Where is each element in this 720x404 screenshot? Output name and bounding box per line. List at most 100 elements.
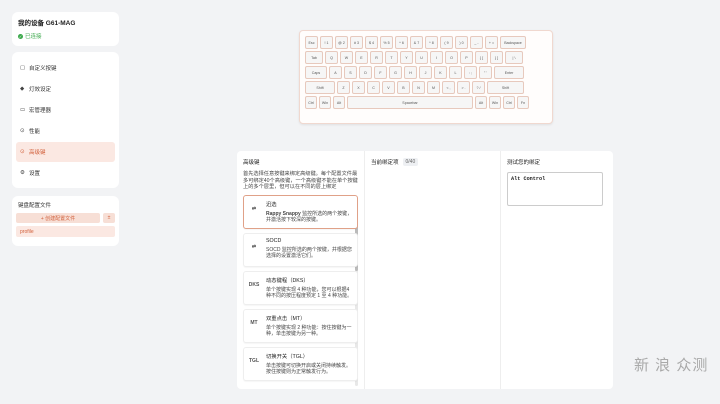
- option-rappy-snappy[interactable]: ⇄ 迅选 Rappy Snappy 监控所选的两个按键，并激活按下较深的按键。: [243, 194, 358, 229]
- keyboard-icon: ▢: [20, 65, 26, 71]
- keyboard-key[interactable]: * 8: [425, 36, 438, 49]
- keyboard-key[interactable]: ( 9: [440, 36, 453, 49]
- keyboard-key[interactable]: : ;: [464, 66, 477, 79]
- keyboard-key[interactable]: Win: [489, 96, 501, 109]
- device-name: 我的设备 G61-MAG: [18, 20, 76, 27]
- check-icon: ✓: [18, 33, 23, 39]
- keyboard-key[interactable]: H: [404, 66, 417, 79]
- nav-item-label: 自定义按键: [29, 66, 57, 72]
- keyboard-key[interactable]: Spacebar: [347, 96, 473, 109]
- keyboard-key[interactable]: ) 0: [455, 36, 468, 49]
- keyboard-key[interactable]: ? /: [472, 81, 485, 94]
- advanced-keys-title: 高级键: [243, 160, 260, 166]
- sidebar-nav: ▢ 自定义按键 ◆ 灯效设定 ▭ 宏管理器 ⊙ 性能 ⊙ 高级键 ⚙ 设置: [12, 52, 119, 188]
- keyboard-row: Caps A S D F G H J K L: ; " ' Enter: [305, 66, 547, 79]
- nav-item-label: 灯效设定: [29, 87, 52, 93]
- keyboard-key[interactable]: Esc: [305, 36, 318, 49]
- keyboard-key[interactable]: Tab: [305, 51, 323, 64]
- profile-item[interactable]: profile: [16, 226, 115, 237]
- option-mt[interactable]: MT 双重点击（MT） 单个按键实现 2 种功能：按住按键为一种，单击按键为另一…: [243, 308, 358, 343]
- keyboard-key[interactable]: T: [385, 51, 398, 64]
- advanced-keys-description: 首先选择任意按键来绑定高级键。每个配置文件最多可绑定40个高级键，一个高级键不能…: [243, 171, 358, 190]
- nav-item-performance[interactable]: ⊙ 性能: [16, 121, 115, 141]
- profile-panel: 键盘配置文件 + 创建配置文件 ± profile: [12, 196, 119, 246]
- current-bindings-column: 当前绑定项 0/40: [365, 151, 501, 389]
- keyboard-key[interactable]: Win: [319, 96, 331, 109]
- keyboard-key[interactable]: S: [344, 66, 357, 79]
- keyboard-key[interactable]: A: [329, 66, 342, 79]
- keyboard-key[interactable]: Shift: [305, 81, 335, 94]
- keyboard-key[interactable]: L: [449, 66, 462, 79]
- keyboard-key[interactable]: _ -: [470, 36, 483, 49]
- keyboard-key[interactable]: { [: [475, 51, 488, 64]
- keyboard-key[interactable]: N: [412, 81, 425, 94]
- keyboard-key[interactable]: C: [367, 81, 380, 94]
- keyboard-key[interactable]: > .: [457, 81, 470, 94]
- keyboard-key[interactable]: Fn: [517, 96, 529, 109]
- keyboard-key[interactable]: " ': [479, 66, 492, 79]
- performance-icon: ⊙: [20, 128, 25, 134]
- keyboard-key[interactable]: B: [397, 81, 410, 94]
- keyboard-key[interactable]: + =: [485, 36, 498, 49]
- socd-icon: ⇄: [251, 243, 257, 250]
- nav-item-lighting[interactable]: ◆ 灯效设定: [16, 79, 115, 99]
- nav-item-settings[interactable]: ⚙ 设置: [16, 163, 115, 183]
- keyboard-row: Esc! 1 @ 2 # 3 $ 4% 5 ^ 6 & 7 * 8( 9) 0 _ - + = B…: [305, 36, 547, 49]
- current-bindings-title: 当前绑定项: [371, 160, 399, 166]
- keyboard-key[interactable]: Z: [337, 81, 350, 94]
- option-name: 动态键程（DKS）: [266, 277, 309, 284]
- keyboard-key[interactable]: Enter: [494, 66, 524, 79]
- keyboard-key[interactable]: & 7: [410, 36, 423, 49]
- keyboard-key[interactable]: Alt: [475, 96, 487, 109]
- option-tgl[interactable]: TGL 切换开关（TGL） 单击按键可切换开启或关闭持续触发。按住按键则为正常触…: [243, 346, 358, 381]
- keyboard-key[interactable]: W: [340, 51, 353, 64]
- keyboard-key[interactable]: Shift: [487, 81, 524, 94]
- import-export-profile-button[interactable]: ±: [103, 213, 115, 223]
- keyboard-key[interactable]: X: [352, 81, 365, 94]
- nav-item-macro[interactable]: ▭ 宏管理器: [16, 100, 115, 120]
- keyboard-key[interactable]: Y: [400, 51, 413, 64]
- keyboard-key[interactable]: Q: [325, 51, 338, 64]
- keyboard-key[interactable]: Ctrl: [503, 96, 515, 109]
- keyboard-key[interactable]: % 5: [380, 36, 393, 49]
- connection-status-label: 已连接: [25, 34, 42, 40]
- keyboard-key[interactable]: @ 2: [335, 36, 348, 49]
- keyboard-key[interactable]: # 3: [350, 36, 363, 49]
- keyboard-key[interactable]: K: [434, 66, 447, 79]
- option-socd[interactable]: ⇄ SOCD SOCD 监控所选的两个按键，并根据您选择的设置激活它们。: [243, 232, 358, 267]
- binding-count-badge: 0/40: [402, 158, 419, 166]
- nav-item-label: 设置: [29, 171, 41, 177]
- option-description-bold: Rappy Snappy: [266, 210, 301, 217]
- option-name: SOCD: [266, 237, 282, 244]
- keyboard-key[interactable]: F: [374, 66, 387, 79]
- keyboard-key[interactable]: U: [415, 51, 428, 64]
- keyboard-key[interactable]: D: [359, 66, 372, 79]
- keyboard-key[interactable]: P: [460, 51, 473, 64]
- keyboard-key[interactable]: R: [370, 51, 383, 64]
- option-name: 双重点击（MT）: [266, 315, 306, 322]
- keyboard-key[interactable]: J: [419, 66, 432, 79]
- keyboard-key[interactable]: Alt: [333, 96, 345, 109]
- keyboard-key[interactable]: O: [445, 51, 458, 64]
- keyboard-key[interactable]: $ 4: [365, 36, 378, 49]
- option-dks[interactable]: DKS 动态键程（DKS） 单个按键实现 4 种功能，您可以根据4种不同的按压程…: [243, 270, 358, 305]
- keyboard-key[interactable]: V: [382, 81, 395, 94]
- keyboard-key[interactable]: I: [430, 51, 443, 64]
- keyboard-key[interactable]: M: [427, 81, 440, 94]
- keyboard-key[interactable]: G: [389, 66, 402, 79]
- device-card: 我的设备 G61-MAG ✓ 已连接: [12, 12, 119, 46]
- keyboard-key[interactable]: Ctrl: [305, 96, 317, 109]
- nav-item-custom-keys[interactable]: ▢ 自定义按键: [16, 58, 115, 78]
- keyboard-key[interactable]: | \: [505, 51, 523, 64]
- test-input[interactable]: Alt Control: [507, 172, 603, 206]
- keyboard-key[interactable]: ! 1: [320, 36, 333, 49]
- keyboard-key[interactable]: ^ 6: [395, 36, 408, 49]
- keyboard-key[interactable]: E: [355, 51, 368, 64]
- keyboard-key[interactable]: < ,: [442, 81, 455, 94]
- keyboard-key[interactable]: } ]: [490, 51, 503, 64]
- keyboard-key[interactable]: Backspace: [500, 36, 526, 49]
- advanced-key-type-column: 高级键 首先选择任意按键来绑定高级键。每个配置文件最多可绑定40个高级键，一个高…: [237, 151, 365, 389]
- keyboard-key[interactable]: Caps: [305, 66, 327, 79]
- nav-item-advanced-keys[interactable]: ⊙ 高级键: [16, 142, 115, 162]
- create-profile-button[interactable]: + 创建配置文件: [16, 213, 100, 223]
